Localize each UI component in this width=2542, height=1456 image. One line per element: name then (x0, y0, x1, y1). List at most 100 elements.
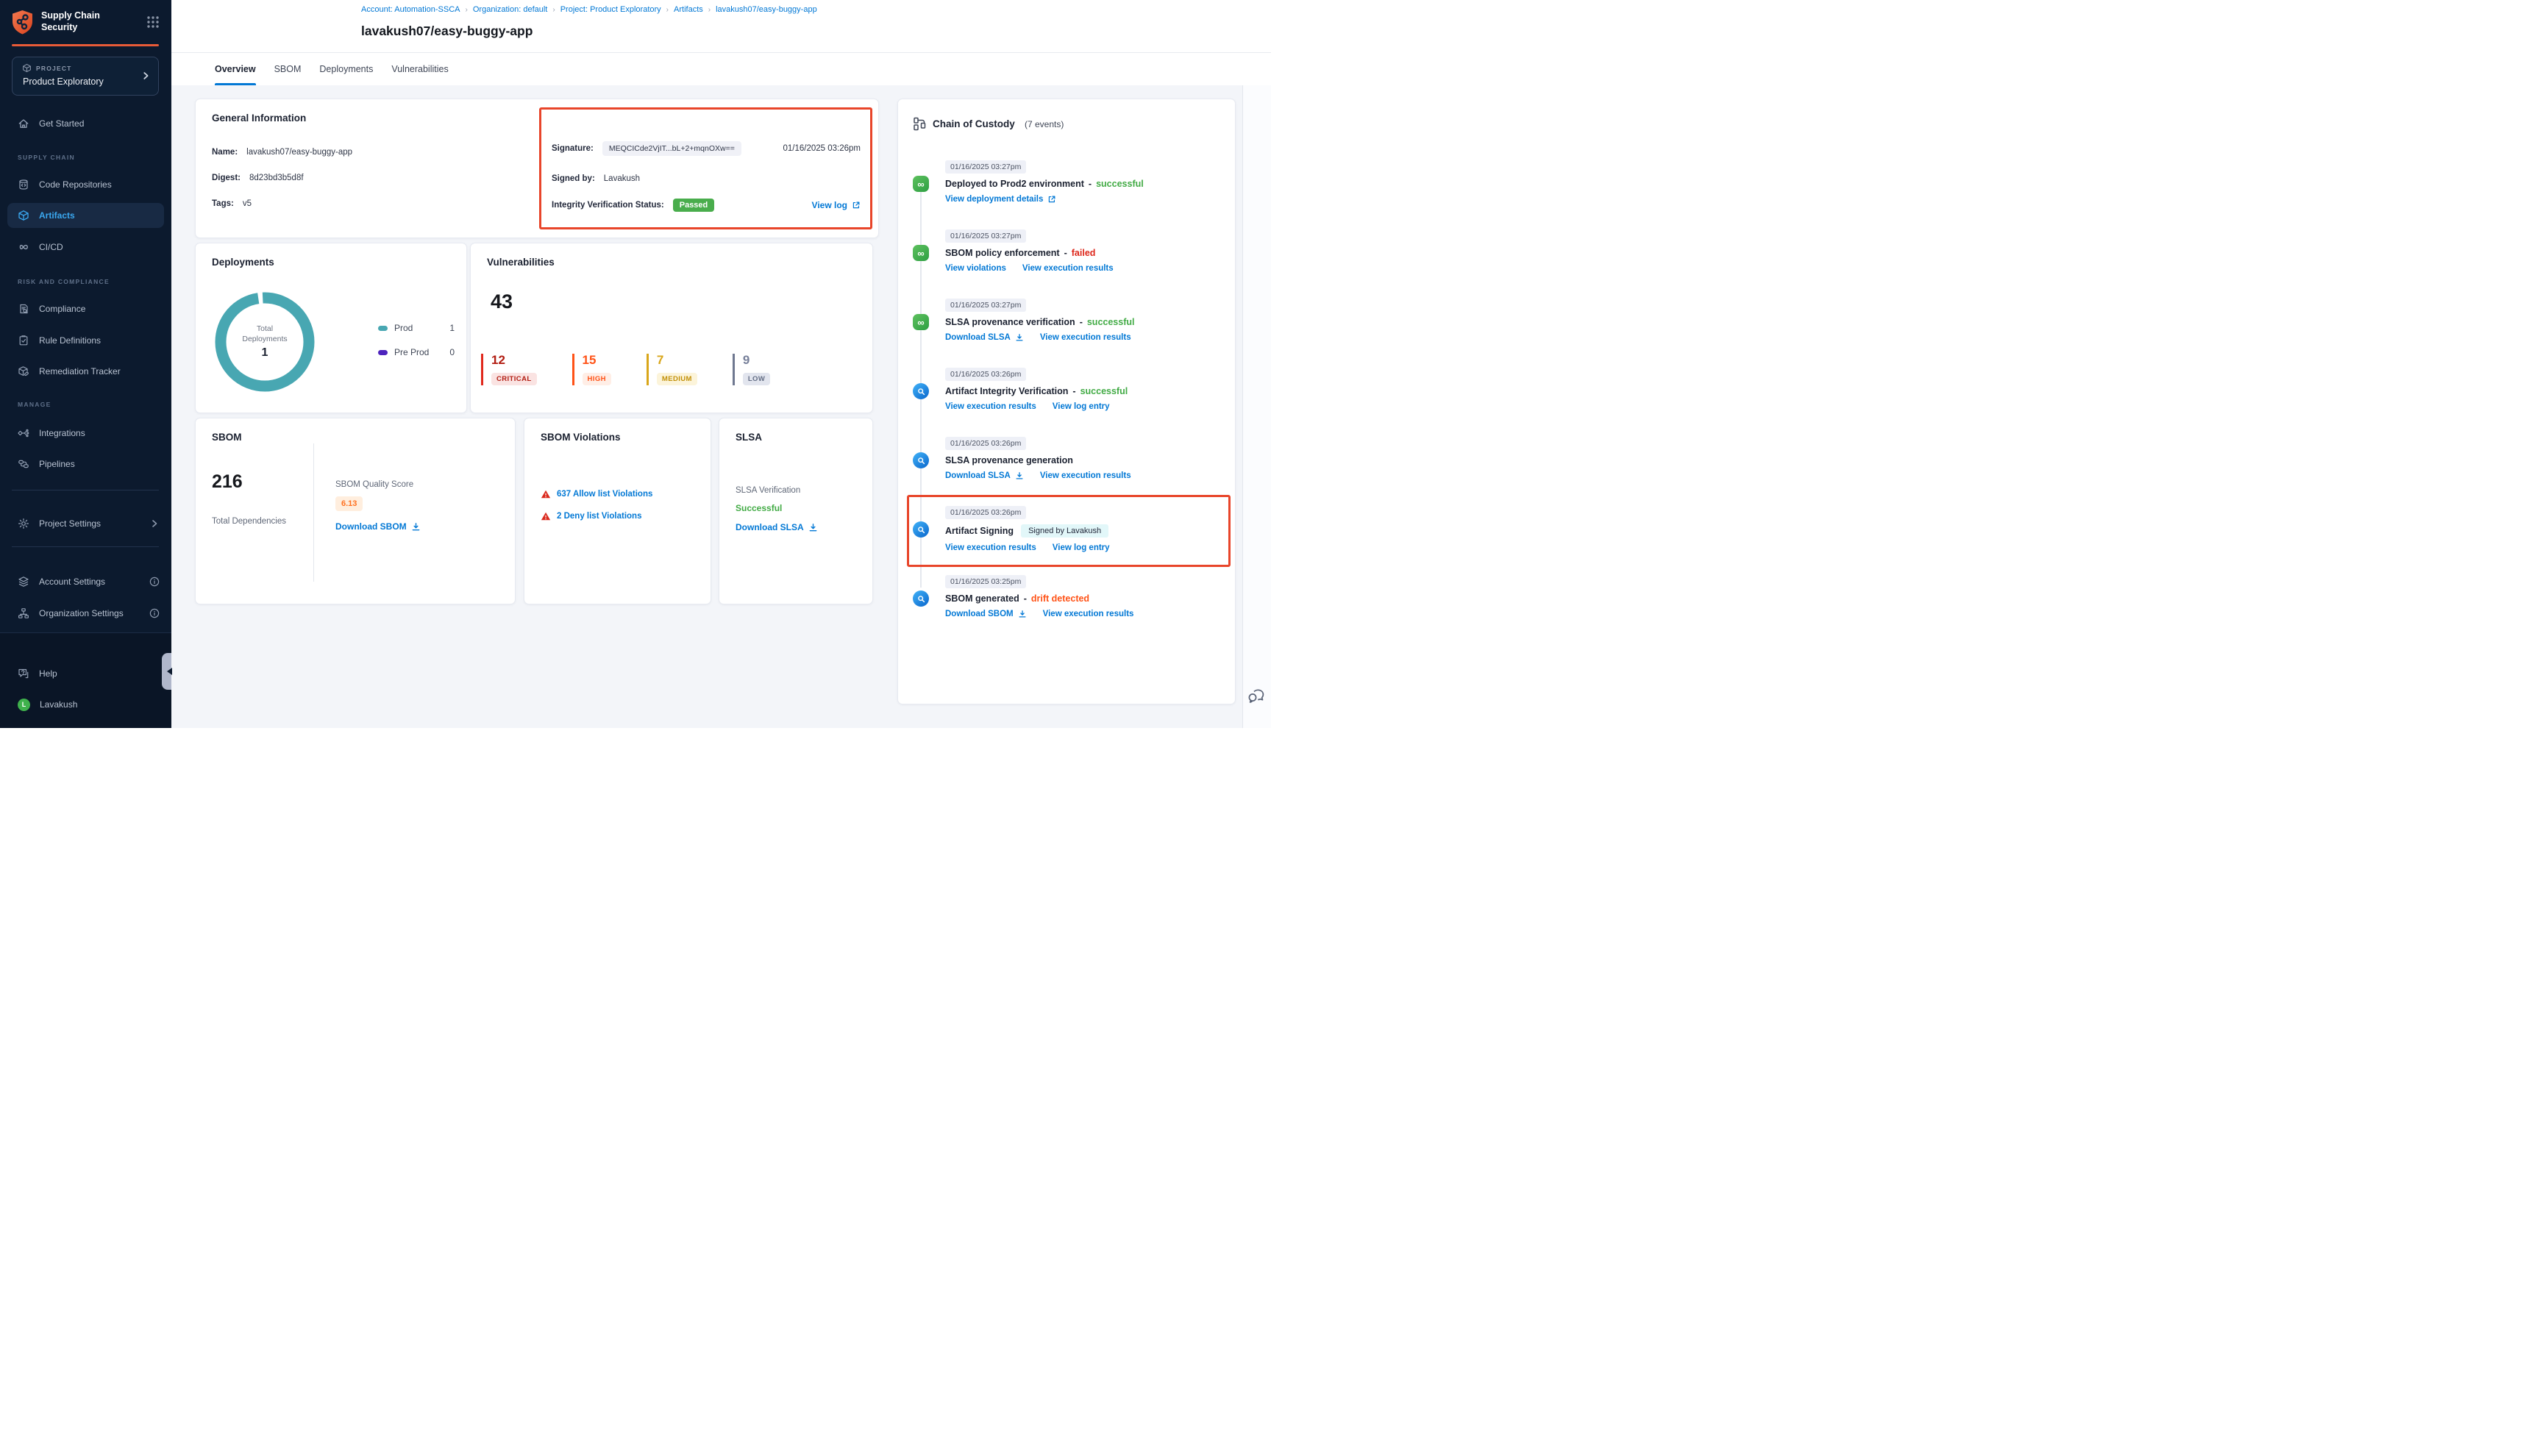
breadcrumb-item-organization[interactable]: Organization: default (473, 5, 548, 14)
signed-by-badge: Signed by Lavakush (1021, 524, 1108, 538)
sidebar-item-help[interactable]: Help (0, 661, 171, 686)
clipboard-icon (18, 335, 29, 346)
tab-deployments[interactable]: Deployments (319, 53, 373, 85)
docsearch-icon (18, 303, 29, 315)
event-timestamp: 01/16/2025 03:26pm (945, 437, 1026, 450)
repo-icon (18, 179, 29, 190)
view-execution-results-link[interactable]: View execution results (1043, 610, 1134, 618)
sidebar: Supply Chain Security PROJECT Product Ex… (0, 0, 171, 728)
event-timestamp: 01/16/2025 03:27pm (945, 160, 1026, 174)
sidebar-item-integrations[interactable]: Integrations (0, 421, 171, 446)
sidebar-item-organization-settings[interactable]: Organization Settings (0, 601, 171, 626)
custody-event-slsa-provenance-verification: ∞01/16/2025 03:27pmSLSA provenance verif… (913, 298, 1223, 342)
slsa-card: SLSA SLSA Verification Successful Downlo… (719, 418, 873, 604)
sidebar-item-code-repositories[interactable]: Code Repositories (0, 172, 171, 197)
view-execution-results-link[interactable]: View execution results (945, 543, 1036, 552)
download-slsa-link[interactable]: Download SLSA (736, 522, 818, 532)
card-title: Vulnerabilities (487, 257, 555, 268)
gear-icon (18, 518, 29, 529)
sidebar-item-label: Rule Definitions (39, 335, 101, 346)
legend-value: 1 (449, 323, 455, 333)
download-slsa-row: Download SLSA (736, 522, 818, 532)
org-icon (18, 607, 29, 619)
module-grid-icon[interactable] (146, 15, 160, 29)
sidebar-item-ci-cd[interactable]: CI/CD (0, 235, 171, 260)
event-title: Deployed to Prod2 environment (945, 179, 1084, 189)
download-sbom-link[interactable]: Download SBOM (335, 521, 421, 532)
project-selector[interactable]: PROJECT Product Exploratory (12, 57, 159, 96)
scan-icon (916, 387, 926, 396)
integrity-status-row: Integrity Verification Status: Passed (552, 199, 714, 212)
signature-value[interactable]: MEQCICde2VjIT...bL+2+mqnOXw== (602, 141, 741, 156)
sidebar-divider (12, 546, 159, 547)
signed-by-label: Signed by: (552, 174, 595, 183)
view-execution-results-link[interactable]: View execution results (945, 402, 1036, 411)
sidebar-item-project-settings[interactable]: Project Settings (0, 511, 171, 536)
field-digest: Digest:8d23bd3b5d8f (212, 174, 304, 182)
info-icon[interactable] (149, 608, 160, 618)
signature-timestamp: 01/16/2025 03:26pm (783, 144, 861, 153)
breadcrumb-item-project[interactable]: Project: Product Exploratory (560, 5, 661, 14)
breadcrumb-item-lavakush07-easy-buggy-app[interactable]: lavakush07/easy-buggy-app (716, 5, 817, 14)
2-deny-list-violations-link[interactable]: 2 Deny list Violations (557, 512, 641, 521)
sidebar-item-label: Project Settings (39, 518, 101, 529)
view-execution-results-link[interactable]: View execution results (1022, 264, 1114, 273)
sidebar-item-compliance[interactable]: Compliance (0, 296, 171, 321)
download-slsa-link[interactable]: Download SLSA (945, 333, 1024, 342)
view-execution-results-link[interactable]: View execution results (1040, 333, 1131, 342)
event-title: SLSA provenance generation (945, 455, 1073, 465)
info-icon[interactable] (149, 577, 160, 587)
download-slsa-link[interactable]: Download SLSA (945, 471, 1024, 480)
sbom-quality-score-label: SBOM Quality Score (335, 480, 413, 489)
severity-badge: CRITICAL (491, 373, 537, 385)
vulnerabilities-total: 43 (491, 290, 513, 313)
ssca-scan-icon (913, 521, 929, 538)
help-chat-icon (18, 668, 29, 679)
637-allow-list-violations-link[interactable]: 637 Allow list Violations (557, 490, 652, 499)
view-violations-link[interactable]: View violations (945, 264, 1006, 273)
sbom-card: SBOM 216 Total Dependencies SBOM Quality… (195, 418, 516, 604)
severity-count: 9 (743, 354, 770, 368)
event-timestamp: 01/16/2025 03:25pm (945, 575, 1026, 588)
sidebar-collapse-handle[interactable] (162, 653, 171, 690)
sidebar-item-remediation-tracker[interactable]: Remediation Tracker (0, 359, 171, 384)
page-title: lavakush07/easy-buggy-app (361, 24, 533, 39)
download-sbom-link[interactable]: Download SBOM (945, 610, 1027, 618)
view-log-link[interactable]: View log (812, 200, 861, 210)
ssca-scan-icon (913, 590, 929, 607)
sidebar-item-user[interactable]: L Lavakush (0, 692, 171, 717)
view-deployment-details-link[interactable]: View deployment details (945, 195, 1056, 204)
download-sbom-row: Download SBOM (335, 521, 421, 532)
field-value: v5 (243, 199, 252, 208)
card-title: SLSA (736, 432, 762, 443)
sidebar-item-label: Pipelines (39, 459, 75, 469)
field-value: lavakush07/easy-buggy-app (246, 148, 352, 157)
scan-icon (916, 525, 926, 535)
card-title: Deployments (212, 257, 274, 268)
total-dependencies-value: 216 (212, 471, 243, 493)
pipeline-icon (18, 458, 29, 470)
sidebar-item-rule-definitions[interactable]: Rule Definitions (0, 328, 171, 353)
support-chat-icon[interactable] (1247, 687, 1266, 706)
severity-critical: 12CRITICAL (481, 354, 537, 385)
breadcrumb-separator: › (552, 6, 555, 14)
tab-overview[interactable]: Overview (215, 53, 256, 85)
card-title: General Information (212, 113, 306, 124)
sidebar-item-artifacts[interactable]: Artifacts (7, 203, 164, 228)
sidebar-item-account-settings[interactable]: Account Settings (0, 569, 171, 594)
sidebar-item-get-started[interactable]: Get Started (0, 111, 171, 136)
custody-event-deployed-to-prod2-environment: ∞01/16/2025 03:27pmDeployed to Prod2 env… (913, 160, 1223, 204)
legend-value: 0 (449, 347, 455, 357)
sidebar-item-pipelines[interactable]: Pipelines (0, 452, 171, 477)
tab-sbom[interactable]: SBOM (274, 53, 302, 85)
legend-label: Pre Prod (394, 347, 429, 357)
breadcrumb-item-account[interactable]: Account: Automation-SSCA (361, 5, 460, 14)
event-title: SBOM policy enforcement (945, 248, 1060, 258)
view-log-entry-link[interactable]: View log entry (1053, 402, 1110, 411)
donut-center-label: Total Deployments 1 (215, 292, 315, 392)
tab-vulnerabilities[interactable]: Vulnerabilities (391, 53, 448, 85)
view-log-entry-link[interactable]: View log entry (1053, 543, 1110, 552)
breadcrumb-item-artifacts[interactable]: Artifacts (674, 5, 703, 14)
legend-item-prod: Prod1 (378, 323, 455, 333)
view-execution-results-link[interactable]: View execution results (1040, 471, 1131, 480)
